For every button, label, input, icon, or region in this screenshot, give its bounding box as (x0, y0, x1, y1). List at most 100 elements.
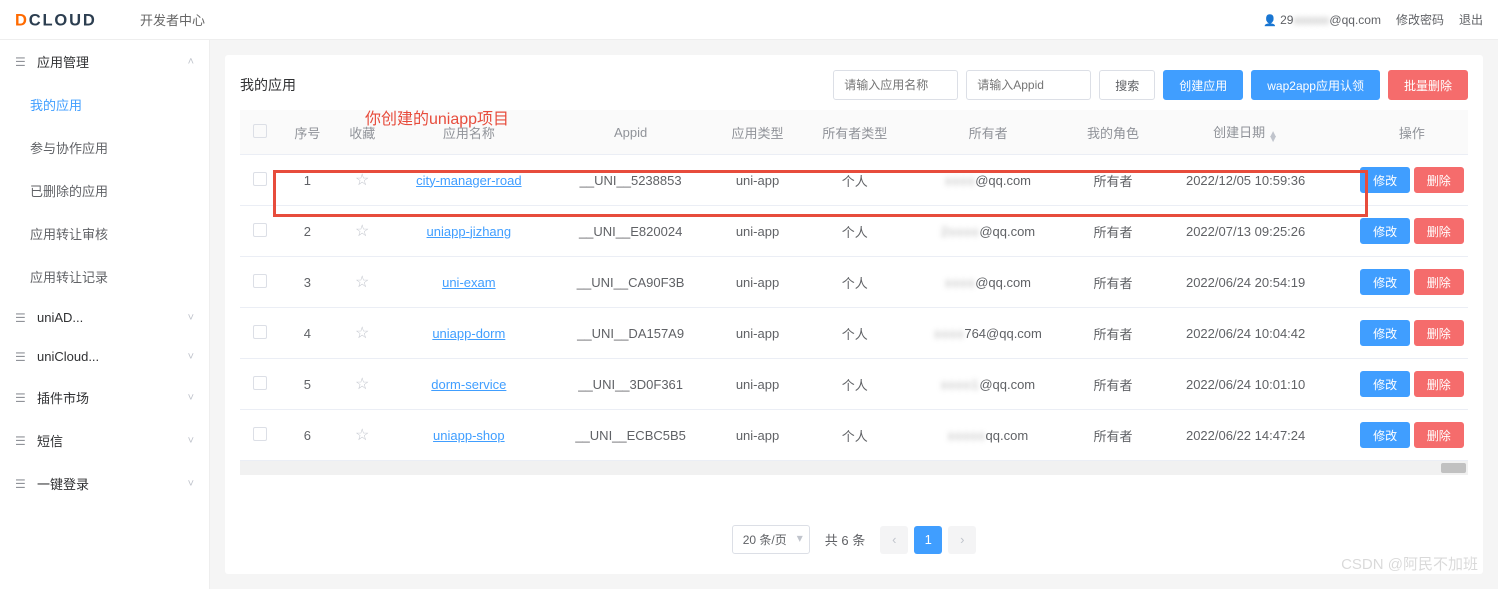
page-size-select[interactable]: 20 条/页 (732, 525, 810, 554)
table-row: 4☆uniapp-dorm__UNI__DA157A9uni-app个人xxxx… (240, 308, 1468, 359)
col-created[interactable]: 创建日期▲▼ (1157, 110, 1333, 155)
cell-owner: xxxx@qq.com (908, 257, 1069, 308)
search-button[interactable]: 搜索 (1099, 70, 1155, 100)
cell-type: uni-app (713, 206, 802, 257)
horizontal-scrollbar[interactable] (240, 461, 1468, 475)
next-page-button[interactable]: › (948, 526, 976, 554)
edit-button[interactable]: 修改 (1360, 218, 1410, 244)
user-account[interactable]: 👤 29xxxxxx@qq.com (1263, 13, 1381, 27)
edit-button[interactable]: 修改 (1360, 320, 1410, 346)
top-header: DCLOUD 开发者中心 👤 29xxxxxx@qq.com 修改密码 退出 (0, 0, 1498, 40)
delete-button[interactable]: 删除 (1414, 218, 1464, 244)
app-name-link[interactable]: dorm-service (431, 377, 506, 392)
col-owner: 所有者 (908, 110, 1069, 155)
delete-button[interactable]: 删除 (1414, 422, 1464, 448)
create-app-button[interactable]: 创建应用 (1163, 70, 1243, 100)
menu-unicloud[interactable]: ☰ uniCloud... ˅ (0, 337, 209, 376)
delete-button[interactable]: 删除 (1414, 371, 1464, 397)
cell-role: 所有者 (1069, 359, 1158, 410)
chevron-down-icon: ˅ (188, 312, 194, 324)
table-container: 序号 收藏 应用名称 Appid 应用类型 所有者类型 所有者 我的角色 创建日… (240, 110, 1468, 510)
cell-index: 2 (280, 206, 335, 257)
cell-owner-type: 个人 (802, 155, 908, 206)
row-checkbox[interactable] (253, 376, 267, 390)
logout-link[interactable]: 退出 (1459, 11, 1483, 28)
cell-owner: xxxx1@qq.com (908, 359, 1069, 410)
edit-button[interactable]: 修改 (1360, 269, 1410, 295)
cell-role: 所有者 (1069, 257, 1158, 308)
app-name-link[interactable]: city-manager-road (416, 173, 522, 188)
row-checkbox[interactable] (253, 223, 267, 237)
user-icon: 👤 (1263, 15, 1277, 27)
app-name-link[interactable]: uniapp-jizhang (427, 224, 512, 239)
sidebar-item-transfer-log[interactable]: 应用转让记录 (0, 255, 209, 298)
chevron-down-icon: ˅ (188, 435, 194, 447)
cell-index: 5 (280, 359, 335, 410)
menu-uniad[interactable]: ☰ uniAD... ˅ (0, 298, 209, 337)
app-name-link[interactable]: uniapp-dorm (432, 326, 505, 341)
star-icon[interactable]: ☆ (355, 376, 369, 393)
cell-appid: __UNI__ECBC5B5 (548, 410, 713, 461)
prev-page-button[interactable]: ‹ (880, 526, 908, 554)
cell-index: 1 (280, 155, 335, 206)
row-checkbox[interactable] (253, 274, 267, 288)
menu-onekey-login[interactable]: ☰ 一键登录 ˅ (0, 462, 209, 505)
list-icon: ☰ (15, 350, 29, 364)
page-1-button[interactable]: 1 (914, 526, 942, 554)
cell-index: 6 (280, 410, 335, 461)
sidebar-item-transfer-review[interactable]: 应用转让审核 (0, 212, 209, 255)
header-title: 开发者中心 (140, 10, 205, 29)
delete-button[interactable]: 删除 (1414, 320, 1464, 346)
menu-sms[interactable]: ☰ 短信 ˅ (0, 419, 209, 462)
cell-owner-type: 个人 (802, 308, 908, 359)
row-checkbox[interactable] (253, 172, 267, 186)
cell-index: 3 (280, 257, 335, 308)
cell-owner: xxxxxqq.com (908, 410, 1069, 461)
cell-owner-type: 个人 (802, 359, 908, 410)
col-role: 我的角色 (1069, 110, 1158, 155)
star-icon[interactable]: ☆ (355, 274, 369, 291)
sort-icon[interactable]: ▲▼ (1268, 132, 1278, 142)
menu-app-manage[interactable]: ☰ 应用管理 ˄ (0, 40, 209, 83)
cell-created: 2022/06/24 10:04:42 (1157, 308, 1333, 359)
cell-appid: __UNI__CA90F3B (548, 257, 713, 308)
wap2app-claim-button[interactable]: wap2app应用认领 (1251, 70, 1380, 100)
cell-appid: __UNI__E820024 (548, 206, 713, 257)
cell-role: 所有者 (1069, 155, 1158, 206)
table-row: 5☆dorm-service__UNI__3D0F361uni-app个人xxx… (240, 359, 1468, 410)
total-count: 共 6 条 (825, 530, 865, 549)
sidebar-item-deleted-apps[interactable]: 已删除的应用 (0, 169, 209, 212)
delete-button[interactable]: 删除 (1414, 269, 1464, 295)
search-name-input[interactable] (833, 70, 958, 100)
batch-delete-button[interactable]: 批量删除 (1388, 70, 1468, 100)
row-checkbox[interactable] (253, 427, 267, 441)
annotation-text: 你创建的uniapp项目 (365, 105, 509, 129)
cell-type: uni-app (713, 359, 802, 410)
app-name-link[interactable]: uniapp-shop (433, 428, 505, 443)
star-icon[interactable]: ☆ (355, 223, 369, 240)
chevron-down-icon: ˅ (188, 478, 194, 490)
change-password-link[interactable]: 修改密码 (1396, 11, 1444, 28)
edit-button[interactable]: 修改 (1360, 422, 1410, 448)
row-checkbox[interactable] (253, 325, 267, 339)
cell-role: 所有者 (1069, 410, 1158, 461)
star-icon[interactable]: ☆ (355, 325, 369, 342)
sidebar-item-my-apps[interactable]: 我的应用 (0, 83, 209, 126)
cell-owner: xxxx764@qq.com (908, 308, 1069, 359)
table-row: 2☆uniapp-jizhang__UNI__E820024uni-app个人2… (240, 206, 1468, 257)
cell-created: 2022/06/24 20:54:19 (1157, 257, 1333, 308)
chevron-down-icon: ˅ (188, 351, 194, 363)
delete-button[interactable]: 删除 (1414, 167, 1464, 193)
search-appid-input[interactable] (966, 70, 1091, 100)
sidebar-item-collab-apps[interactable]: 参与协作应用 (0, 126, 209, 169)
menu-plugin-market[interactable]: ☰ 插件市场 ˅ (0, 376, 209, 419)
star-icon[interactable]: ☆ (355, 427, 369, 444)
cell-created: 2022/06/22 14:47:24 (1157, 410, 1333, 461)
cell-type: uni-app (713, 410, 802, 461)
edit-button[interactable]: 修改 (1360, 167, 1410, 193)
edit-button[interactable]: 修改 (1360, 371, 1410, 397)
star-icon[interactable]: ☆ (355, 172, 369, 189)
select-all-checkbox[interactable] (253, 124, 267, 138)
app-name-link[interactable]: uni-exam (442, 275, 495, 290)
logo[interactable]: DCLOUD (15, 8, 125, 32)
